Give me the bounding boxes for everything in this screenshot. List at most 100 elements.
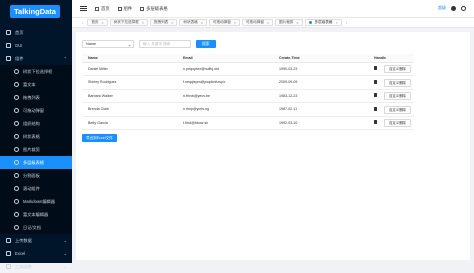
tab[interactable]: 图片裁剪 × — [275, 19, 303, 26]
cell-time: 1987-02-11 — [273, 102, 368, 117]
col-header-handle: Handle — [368, 54, 414, 63]
breadcrumb-current: 多层级表格 — [140, 6, 168, 12]
close-icon[interactable]: × — [201, 21, 203, 25]
sidebar-item[interactable]: 拖拽列表 — [0, 91, 72, 104]
sidebar-item[interactable]: 富文本 — [0, 78, 72, 91]
cell-name: Betty Garcia — [82, 116, 177, 130]
trash-icon[interactable] — [374, 106, 377, 111]
tab-label: 树状下拉选择框 — [113, 20, 139, 24]
cell-email: f.neqqlspm@puqdrnfuwy.lr — [177, 75, 273, 90]
sidebar-item[interactable]: 首页 — [0, 26, 72, 39]
menu-icon — [6, 251, 11, 256]
sidebar-item[interactable]: 上传数据 ⌄ — [0, 234, 72, 247]
menu-icon — [6, 264, 11, 269]
breadcrumb-home[interactable]: 首页 — [95, 6, 110, 12]
search-button[interactable]: 搜索 — [196, 40, 216, 48]
custom-delete-button[interactable]: 自定义删除 — [384, 65, 411, 74]
table-row: Betty Garcia t.frhd@bkocr.sh 1992-03-10 自定义… — [82, 116, 414, 130]
sidebar-item[interactable]: 树状表格 — [0, 130, 72, 143]
trash-icon[interactable] — [374, 79, 377, 84]
circle-icon — [14, 186, 19, 191]
circle-icon — [14, 212, 19, 217]
tab-label: 多层级表格 — [314, 20, 333, 24]
tab[interactable]: 首页 × — [87, 19, 108, 26]
sidebar-item[interactable]: 可拖动弹窗 — [0, 104, 72, 117]
close-icon[interactable]: × — [234, 21, 236, 25]
close-icon[interactable]: × — [267, 21, 269, 25]
sidebar-item[interactable]: 富文本编辑器 — [0, 208, 72, 221]
sidebar-item[interactable]: 工具函数 ⌄ — [0, 260, 72, 273]
search-input[interactable]: 输入 关键字 搜索 — [139, 40, 191, 48]
cell-name: Brenda Clark — [82, 102, 177, 117]
cell-time: 2009-09-09 — [273, 75, 368, 90]
breadcrumb: 首页 组件 多层级表格 — [95, 6, 168, 12]
menu-toggle-icon[interactable] — [80, 5, 87, 13]
component-icon — [117, 6, 122, 11]
sidebar-item[interactable]: 组织结构 — [0, 117, 72, 130]
fullscreen-icon[interactable] — [461, 5, 466, 11]
sidebar-item[interactable]: 图片裁剪 — [0, 143, 72, 156]
trash-icon[interactable] — [374, 93, 377, 98]
close-icon[interactable]: × — [335, 21, 337, 25]
menu-icon — [6, 56, 11, 61]
sidebar-item[interactable]: 分割面板 — [0, 169, 72, 182]
sidebar-item-label: Markdown编辑器 — [23, 198, 55, 204]
table-row: Daniel Miller n.prtqoptwr@huffcj.net 1990-… — [82, 62, 414, 76]
trash-icon[interactable] — [374, 120, 377, 125]
main-content: Name ⌄ 输入 关键字 搜索 搜索 Name Email Create-Tim… — [76, 32, 470, 260]
field-select[interactable]: Name ⌄ — [82, 40, 134, 48]
sidebar-item-label: 滚动组件 — [23, 185, 40, 191]
cell-handle: 自定义删除 — [368, 102, 414, 117]
trash-icon[interactable] — [374, 66, 377, 71]
tab-label: 拖拽列表 — [153, 20, 169, 24]
sidebar-item[interactable]: Markdown编辑器 — [0, 195, 72, 208]
cell-time: 1983-12-23 — [273, 89, 368, 103]
sidebar-item[interactable]: 日记/文档 — [0, 221, 72, 234]
sidebar-item[interactable]: 组件 ⌃ — [0, 52, 72, 65]
sidebar-item-label: Excel — [15, 251, 26, 256]
scroll-right-icon[interactable]: › — [344, 20, 349, 25]
sidebar-item[interactable]: 树状下拉选择框 — [0, 65, 72, 78]
custom-delete-button[interactable]: 自定义删除 — [384, 78, 411, 87]
cell-email: n.prtqoptwr@huffcj.net — [177, 62, 273, 76]
home-icon — [95, 6, 99, 11]
breadcrumb-components[interactable]: 组件 — [117, 6, 132, 12]
circle-icon — [14, 147, 19, 152]
circle-icon — [14, 121, 19, 126]
tab[interactable]: 树状表格 × — [179, 19, 207, 26]
avatar[interactable] — [451, 5, 456, 11]
cell-email: t.frhd@bkocr.sh — [177, 116, 273, 130]
custom-delete-button[interactable]: 自定义删除 — [384, 119, 411, 128]
logo-text: TalkingData — [10, 4, 60, 18]
header-right: 超级 — [438, 5, 466, 11]
close-icon[interactable]: × — [102, 21, 104, 25]
sidebar-item-label: 组织结构 — [23, 120, 40, 126]
tab[interactable]: 拖拽列表 × — [149, 19, 178, 26]
sidebar-item-label: 富文本 — [23, 81, 36, 87]
close-icon[interactable]: × — [142, 21, 144, 25]
sidebar-item[interactable]: 多层级表格 — [0, 156, 72, 169]
custom-delete-button[interactable]: 自定义删除 — [384, 92, 411, 101]
scroll-left-icon[interactable]: ‹ — [80, 20, 85, 25]
user-name[interactable]: 超级 — [438, 5, 446, 11]
logo[interactable]: TalkingData — [10, 2, 72, 20]
cell-name: Daniel Miller — [82, 62, 177, 76]
close-icon[interactable]: × — [171, 21, 173, 25]
tab[interactable]: 可拖动弹窗 × — [208, 19, 240, 26]
sidebar-item[interactable]: GUI — [0, 39, 72, 52]
col-header-create-time[interactable]: Create-Time — [273, 54, 368, 63]
tab[interactable]: 可拖动弹窗 × — [241, 19, 274, 26]
custom-delete-button[interactable]: 自定义删除 — [384, 105, 411, 114]
col-header-email[interactable]: Email — [177, 54, 273, 63]
sidebar-item[interactable]: Excel ⌄ — [0, 247, 72, 260]
export-excel-button[interactable]: 导出到Excel文件 — [82, 134, 117, 142]
circle-icon — [14, 69, 19, 74]
cell-handle: 自定义删除 — [368, 75, 414, 90]
sidebar-item[interactable]: 滚动组件 — [0, 182, 72, 195]
tab[interactable]: 树状下拉选择框 × — [109, 19, 148, 26]
col-header-name[interactable]: Name — [82, 54, 177, 63]
tab[interactable]: 多层级表格 × — [304, 19, 342, 26]
active-dot-icon — [308, 21, 312, 24]
sidebar-item-label: 树状表格 — [23, 133, 40, 139]
close-icon[interactable]: × — [296, 21, 298, 25]
